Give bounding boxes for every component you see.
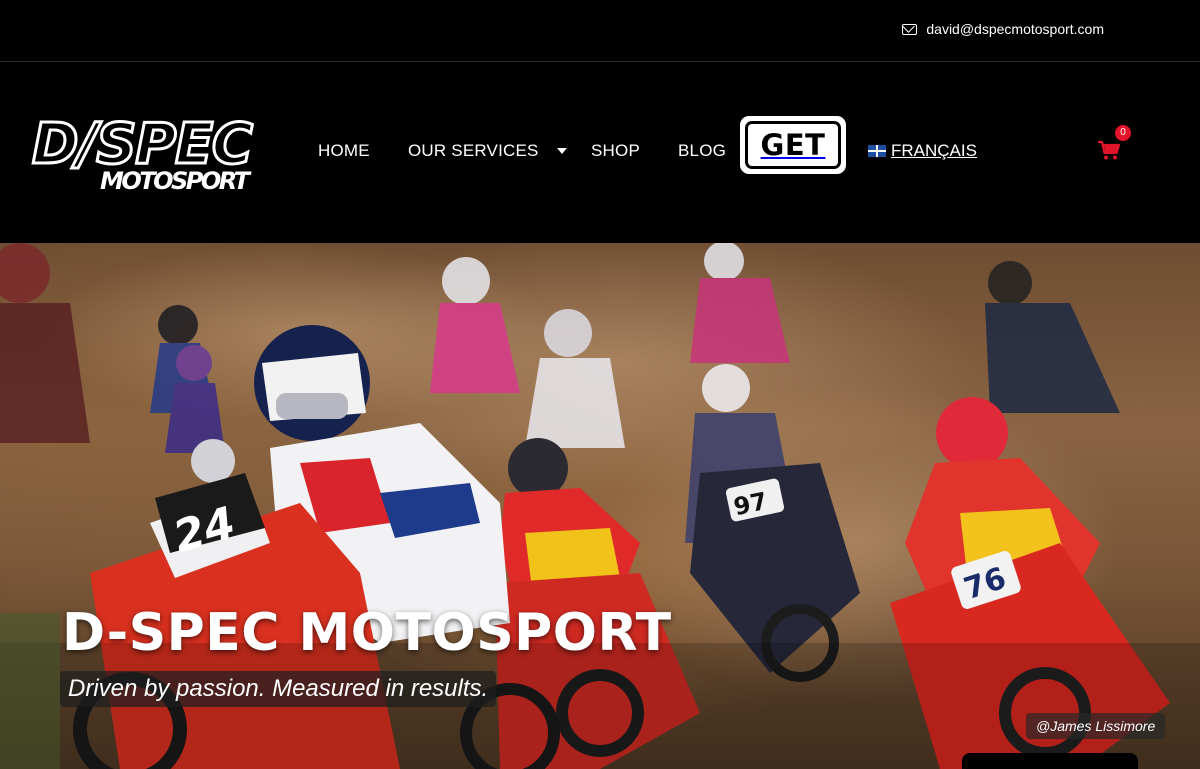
get-button[interactable]: GET [740, 116, 846, 174]
email-link[interactable]: david@dspecmotosport.com [902, 21, 1104, 37]
nav-our-services[interactable]: OUR SERVICES [408, 141, 567, 161]
hero-tagline: Driven by passion. Measured in results. [60, 671, 497, 707]
cart-count-badge: 0 [1115, 125, 1131, 141]
hero-cta-button[interactable] [962, 753, 1138, 769]
top-bar: david@dspecmotosport.com [0, 0, 1200, 62]
language-label: FRANÇAIS [891, 141, 977, 160]
main-nav: HOME OUR SERVICES SHOP BLOG GET FRANÇAIS [0, 63, 1200, 243]
nav-home[interactable]: HOME [318, 141, 370, 161]
email-text: david@dspecmotosport.com [926, 21, 1104, 37]
hero-section: 76 97 24 D-SPEC MOTOSPORT Driven by pass… [0, 243, 1200, 769]
hero-title: D-SPEC MOTOSPORT [62, 603, 672, 663]
language-switcher[interactable]: FRANÇAIS [868, 141, 977, 161]
nav-shop[interactable]: SHOP [591, 141, 640, 161]
chevron-down-icon[interactable] [556, 148, 567, 154]
nav-our-services-label: OUR SERVICES [408, 141, 539, 160]
envelope-icon [902, 23, 918, 35]
cart-icon[interactable] [1097, 139, 1121, 161]
quebec-flag-icon [868, 145, 886, 157]
site-header: D/SPEC MOTOSPORT HOME OUR SERVICES SHOP … [0, 63, 1200, 243]
nav-blog[interactable]: BLOG [678, 141, 726, 161]
get-button-label: GET [745, 121, 841, 169]
photo-credit: @James Lissimore [1026, 713, 1166, 739]
